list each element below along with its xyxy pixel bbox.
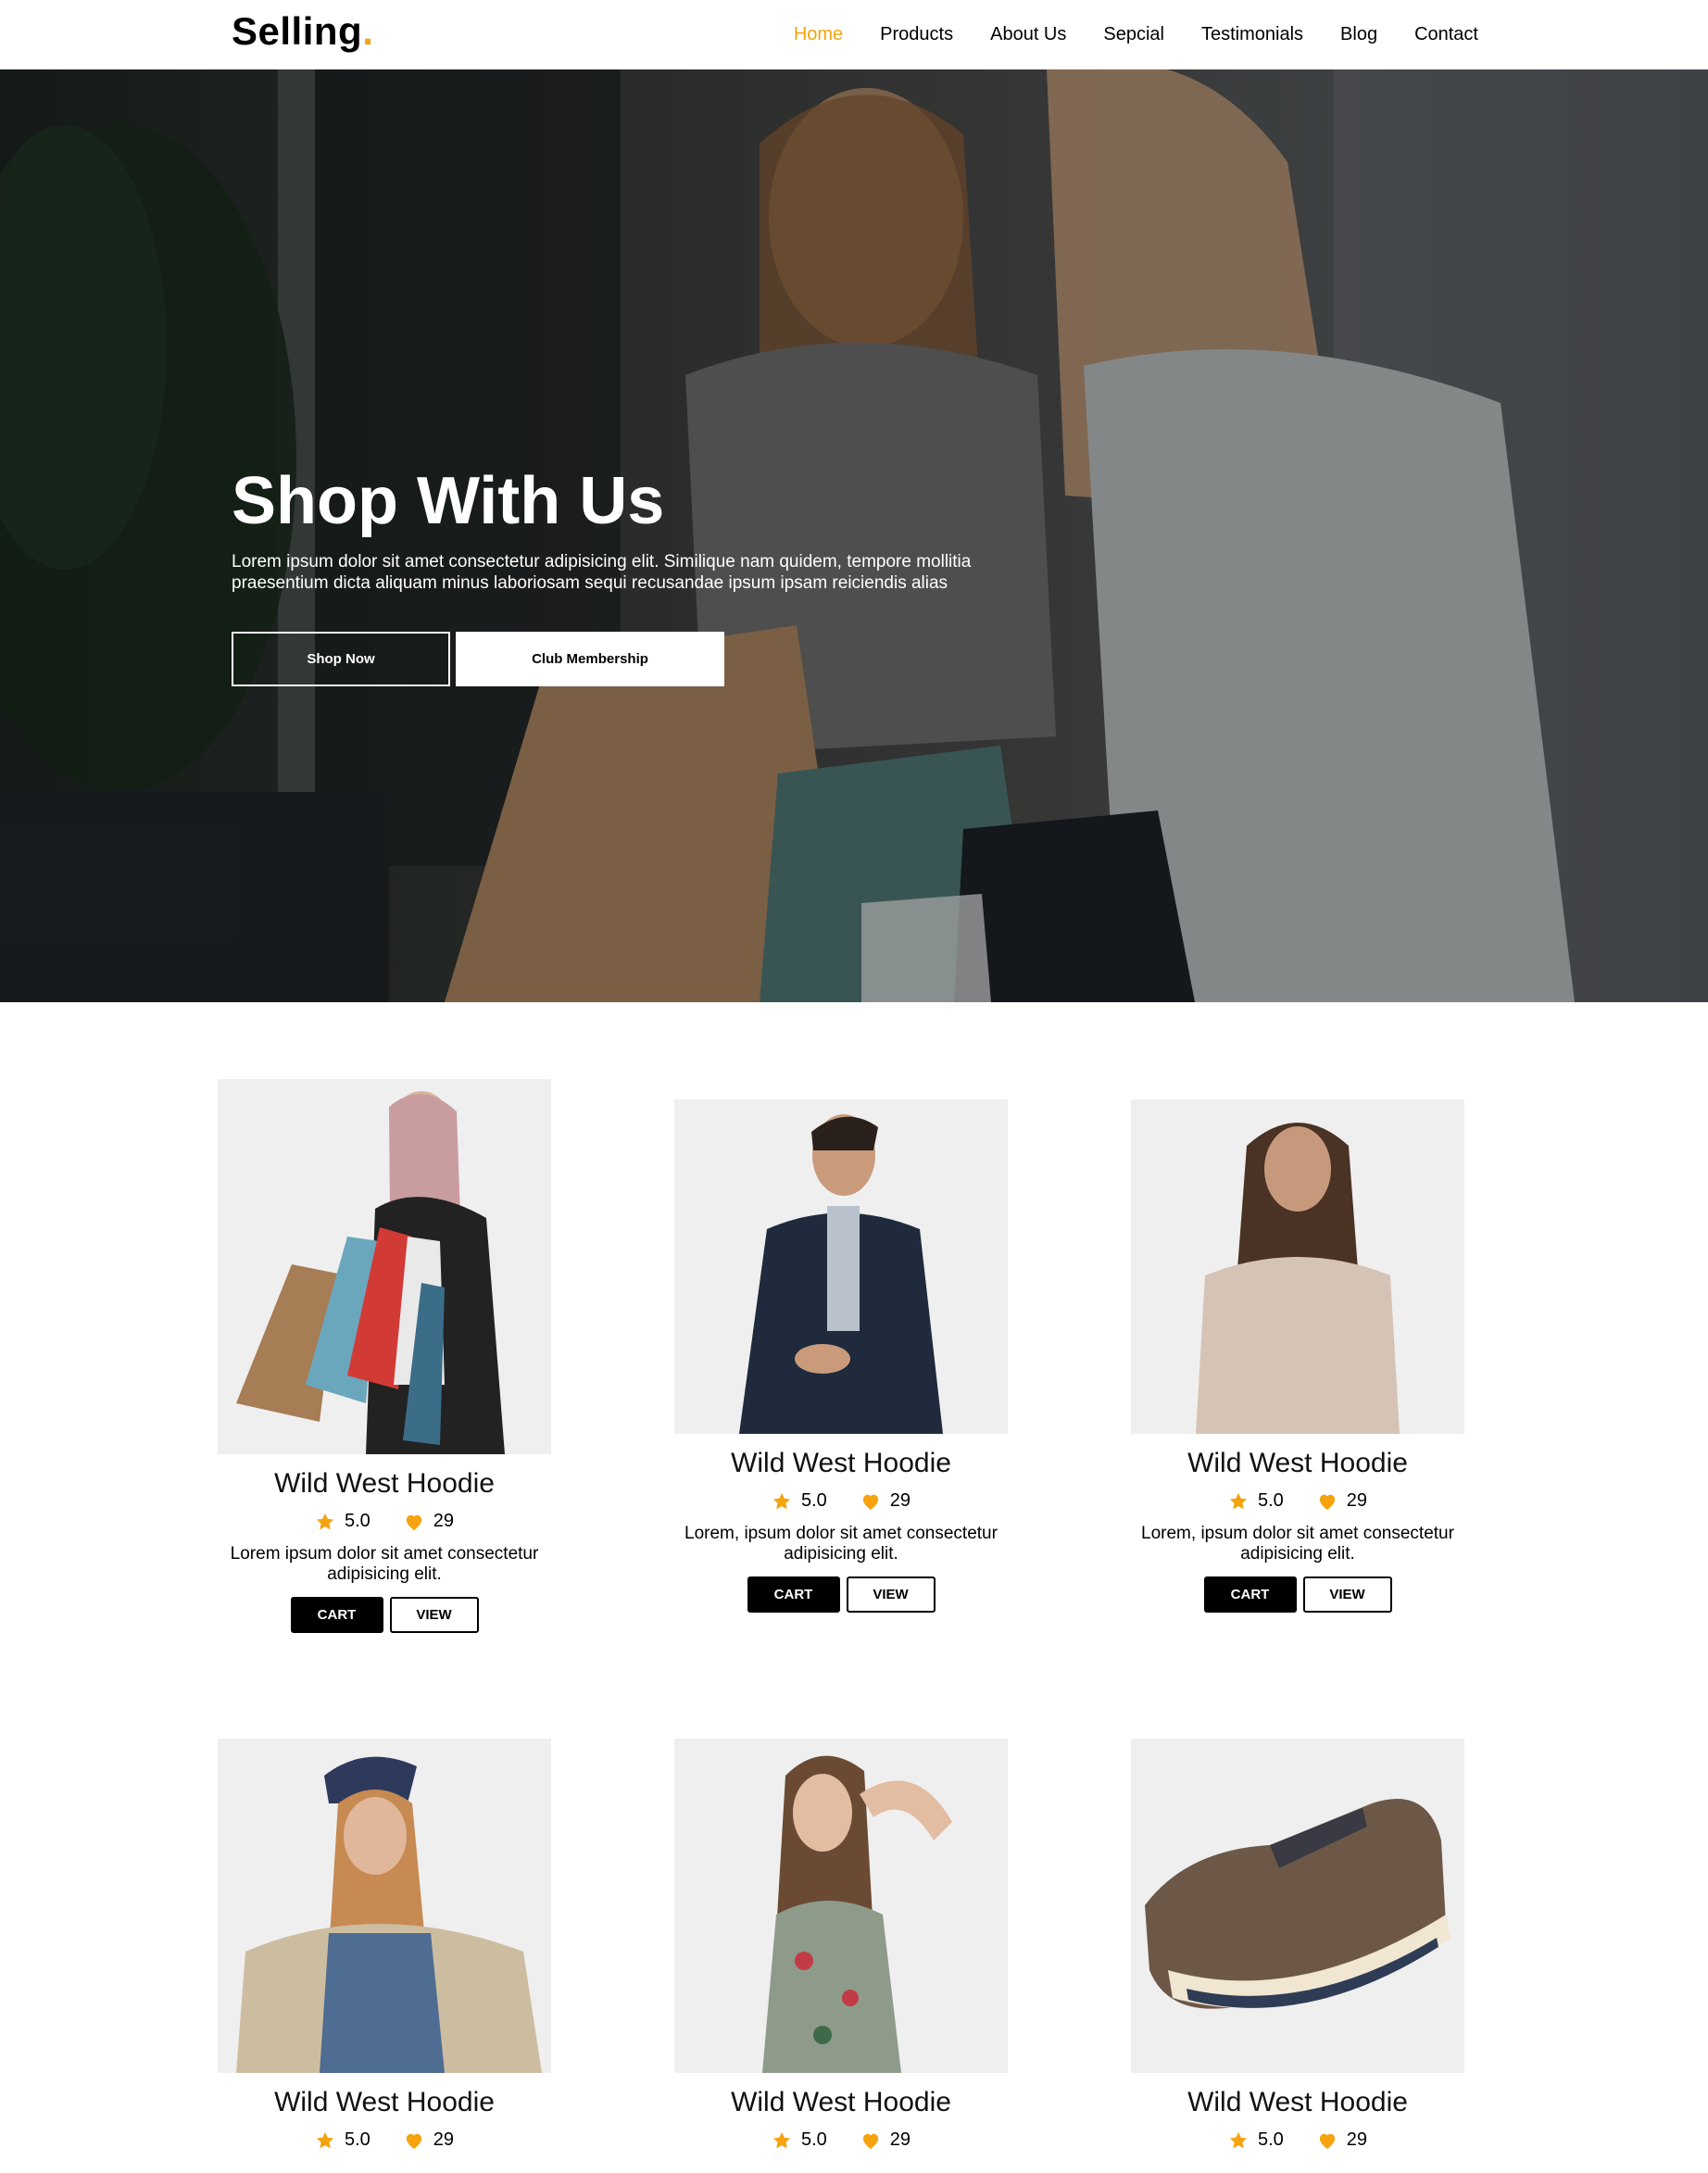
product-meta: 5.0 29 bbox=[1131, 1490, 1464, 1512]
product-description: Lorem, ipsum dolor sit amet consectetur … bbox=[1141, 1524, 1454, 1564]
nav-home[interactable]: Home bbox=[794, 24, 843, 45]
nav-blog[interactable]: Blog bbox=[1340, 24, 1377, 45]
product-likes: 29 bbox=[889, 2129, 911, 2150]
product-likes: 29 bbox=[433, 1511, 455, 1531]
heart-icon[interactable] bbox=[1317, 1492, 1338, 1511]
club-membership-button[interactable]: Club Membership bbox=[456, 632, 724, 686]
view-product-button[interactable]: VIEW bbox=[846, 1576, 936, 1613]
product-image[interactable] bbox=[674, 1739, 1008, 2073]
star-icon bbox=[1229, 2131, 1248, 2148]
star-icon bbox=[316, 1513, 334, 1529]
add-to-cart-button[interactable]: CART bbox=[1203, 1576, 1297, 1613]
product-rating: 5.0 bbox=[1257, 1490, 1284, 1511]
product-card: Wild West Hoodie 5.0 29 Lorem, ipsum dol… bbox=[1131, 1099, 1464, 1613]
star-icon bbox=[772, 1492, 791, 1509]
product-title[interactable]: Wild West Hoodie bbox=[674, 2087, 1008, 2118]
product-actions: CART VIEW bbox=[1131, 1576, 1464, 1613]
star-icon bbox=[772, 2131, 791, 2148]
product-card: Wild West Hoodie 5.0 29 bbox=[1131, 1739, 1464, 2151]
product-actions: CART VIEW bbox=[218, 1597, 551, 1633]
product-likes: 29 bbox=[889, 1490, 911, 1511]
product-meta: 5.0 29 bbox=[674, 1490, 1008, 1512]
product-rating: 5.0 bbox=[344, 2129, 370, 2150]
product-image[interactable] bbox=[1131, 1739, 1464, 2073]
shop-now-button[interactable]: Shop Now bbox=[232, 632, 450, 686]
nav-products[interactable]: Products bbox=[880, 24, 953, 45]
product-likes: 29 bbox=[433, 2129, 455, 2150]
product-image[interactable] bbox=[1131, 1099, 1464, 1434]
product-description: Lorem ipsum dolor sit amet consectetur a… bbox=[230, 1544, 539, 1584]
add-to-cart-button[interactable]: CART bbox=[747, 1576, 840, 1613]
heart-icon[interactable] bbox=[860, 2131, 881, 2150]
brand-name: Selling bbox=[232, 9, 363, 53]
product-description: Lorem, ipsum dolor sit amet consectetur … bbox=[684, 1524, 998, 1564]
product-rating: 5.0 bbox=[800, 2129, 827, 2150]
star-icon bbox=[1229, 1492, 1248, 1509]
hero-description: Lorem ipsum dolor sit amet consectetur a… bbox=[232, 552, 972, 593]
hero-title: Shop With Us bbox=[232, 464, 665, 538]
view-product-button[interactable]: VIEW bbox=[389, 1597, 479, 1633]
nav-contact[interactable]: Contact bbox=[1414, 24, 1478, 45]
product-rating: 5.0 bbox=[800, 1490, 827, 1511]
product-likes: 29 bbox=[1346, 1490, 1368, 1511]
brand-dot: . bbox=[362, 9, 374, 53]
nav-about-us[interactable]: About Us bbox=[990, 24, 1066, 45]
brand-logo[interactable]: Selling. bbox=[232, 9, 373, 54]
product-rating: 5.0 bbox=[1257, 2129, 1284, 2150]
heart-icon[interactable] bbox=[860, 1492, 881, 1511]
product-title[interactable]: Wild West Hoodie bbox=[218, 1468, 551, 1500]
product-meta: 5.0 29 bbox=[1131, 2129, 1464, 2151]
product-meta: 5.0 29 bbox=[674, 2129, 1008, 2151]
heart-icon[interactable] bbox=[404, 2131, 424, 2150]
heart-icon[interactable] bbox=[1317, 2131, 1338, 2150]
product-title[interactable]: Wild West Hoodie bbox=[1131, 2087, 1464, 2118]
nav-testimonials[interactable]: Testimonials bbox=[1201, 24, 1303, 45]
product-meta: 5.0 29 bbox=[218, 2129, 551, 2151]
product-rating: 5.0 bbox=[344, 1511, 370, 1531]
product-meta: 5.0 29 bbox=[218, 1511, 551, 1532]
main-menu: Home Products About Us Sepcial Testimoni… bbox=[794, 0, 1478, 69]
product-image[interactable] bbox=[218, 1739, 551, 2073]
star-icon bbox=[316, 2131, 334, 2148]
nav-special[interactable]: Sepcial bbox=[1103, 24, 1164, 45]
product-card: Wild West Hoodie 5.0 29 bbox=[674, 1739, 1008, 2151]
product-image[interactable] bbox=[218, 1079, 551, 1454]
product-likes: 29 bbox=[1346, 2129, 1368, 2150]
product-image[interactable] bbox=[674, 1099, 1008, 1434]
product-title[interactable]: Wild West Hoodie bbox=[218, 2087, 551, 2118]
product-card: Wild West Hoodie 5.0 29 Lorem ipsum dolo… bbox=[218, 1079, 551, 1633]
product-actions: CART VIEW bbox=[674, 1576, 1008, 1613]
product-card: Wild West Hoodie 5.0 29 bbox=[218, 1739, 551, 2151]
product-title[interactable]: Wild West Hoodie bbox=[1131, 1448, 1464, 1479]
top-navbar: Selling. Home Products About Us Sepcial … bbox=[0, 0, 1708, 69]
add-to-cart-button[interactable]: CART bbox=[290, 1597, 383, 1633]
product-title[interactable]: Wild West Hoodie bbox=[674, 1448, 1008, 1479]
heart-icon[interactable] bbox=[404, 1513, 424, 1531]
hero-banner: Shop With Us Lorem ipsum dolor sit amet … bbox=[0, 69, 1708, 1002]
product-card: Wild West Hoodie 5.0 29 Lorem, ipsum dol… bbox=[674, 1099, 1008, 1613]
view-product-button[interactable]: VIEW bbox=[1302, 1576, 1392, 1613]
